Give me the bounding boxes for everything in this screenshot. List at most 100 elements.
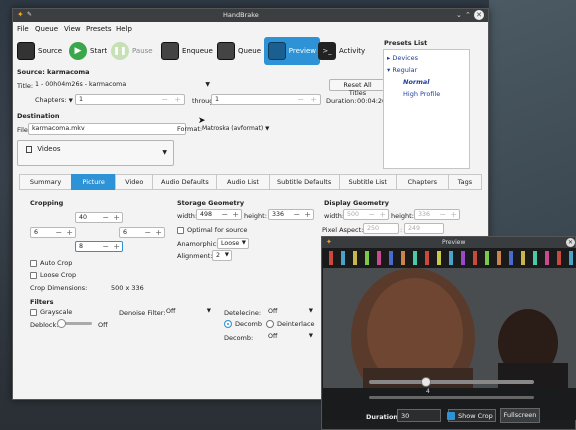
destination-folder-button[interactable]: Videos ▼: [17, 140, 174, 166]
format-select[interactable]: Matroska (avformat) ▼: [202, 125, 269, 132]
auto-crop-checkbox[interactable]: Auto Crop: [30, 259, 72, 267]
source-button[interactable]: Source: [17, 39, 62, 63]
chapter-end-value: 1: [215, 96, 220, 103]
close-icon[interactable]: ✕: [474, 10, 484, 20]
detelecine-value: Off: [268, 308, 278, 315]
preset-item-high-profile[interactable]: High Profile: [403, 90, 440, 98]
tab-chapters[interactable]: Chapters: [395, 174, 448, 190]
enqueue-button[interactable]: Enqueue: [161, 39, 213, 63]
preset-group-regular[interactable]: ▾ Regular: [387, 66, 417, 74]
pin-icon[interactable]: ✎: [27, 11, 32, 19]
fullscreen-button[interactable]: Fullscreen: [500, 408, 540, 423]
chapter-start-stepper[interactable]: 1 − +: [75, 94, 185, 105]
storage-geometry-heading: Storage Geometry: [177, 199, 245, 207]
radio-icon: [224, 320, 232, 328]
tab-video[interactable]: Video: [115, 174, 153, 190]
show-crop-checkbox[interactable]: Show Crop: [447, 409, 499, 422]
anamorphic-select[interactable]: Loose ▼: [217, 238, 249, 249]
grayscale-checkbox[interactable]: Grayscale: [30, 308, 72, 316]
minus-icon[interactable]: −: [439, 211, 446, 219]
maximize-icon[interactable]: ⌃: [465, 11, 471, 19]
crop-top-stepper[interactable]: 40 − +: [75, 212, 123, 223]
tab-subtitle-list[interactable]: Subtitle List: [338, 174, 396, 190]
crop-left-stepper[interactable]: 6 − +: [30, 227, 76, 238]
display-width-stepper[interactable]: 500 − +: [343, 209, 389, 220]
minimize-icon[interactable]: ⌄: [456, 11, 462, 19]
crop-bottom-stepper[interactable]: 8 − +: [75, 241, 123, 252]
storage-width-stepper[interactable]: 498 − +: [196, 209, 242, 220]
pixel-aspect-num-stepper[interactable]: 250: [363, 223, 399, 234]
source-name: karmacoma: [47, 68, 90, 76]
mouse-cursor-icon: ➤: [198, 116, 206, 126]
chevron-down-icon: ▼: [205, 81, 210, 88]
queue-button[interactable]: Queue: [217, 39, 261, 63]
plus-icon[interactable]: +: [113, 243, 120, 251]
minus-icon[interactable]: −: [293, 211, 300, 219]
tab-picture[interactable]: Picture: [71, 174, 116, 190]
tab-summary[interactable]: Summary: [19, 174, 72, 190]
preview-seek-slider[interactable]: [369, 377, 534, 387]
plus-icon[interactable]: +: [155, 229, 162, 237]
pause-button[interactable]: ❚❚ Pause: [111, 39, 153, 63]
activity-button[interactable]: >_ Activity: [318, 39, 365, 63]
loose-crop-label: Loose Crop: [40, 271, 77, 279]
preview-duration-input[interactable]: 30: [397, 409, 441, 422]
tab-tags[interactable]: Tags: [447, 174, 482, 190]
preview-window: ✦ Preview ✕ 4 Duration: 30 Show Crop Ful…: [321, 236, 576, 430]
file-name-input[interactable]: karmacoma.mkv: [28, 123, 186, 135]
pixel-aspect-den-stepper[interactable]: 249: [404, 223, 444, 234]
start-button[interactable]: ▶ Start: [69, 39, 107, 63]
decomb-select[interactable]: Off ▼: [265, 332, 315, 343]
minus-icon[interactable]: −: [221, 211, 228, 219]
grayscale-label: Grayscale: [40, 308, 73, 316]
alignment-select[interactable]: 2 ▼: [212, 250, 232, 261]
plus-icon[interactable]: +: [450, 211, 457, 219]
menu-presets[interactable]: Presets: [86, 25, 111, 33]
menu-file[interactable]: File: [17, 25, 29, 33]
denoise-select[interactable]: Off ▼: [163, 307, 213, 318]
deblock-slider[interactable]: [57, 319, 92, 328]
minus-icon[interactable]: −: [144, 229, 151, 237]
crop-right-stepper[interactable]: 6 − +: [119, 227, 165, 238]
slider-handle[interactable]: [57, 319, 66, 328]
close-icon[interactable]: ✕: [566, 238, 575, 247]
optimal-for-source-checkbox[interactable]: Optimal for source: [177, 226, 247, 234]
plus-icon[interactable]: +: [113, 214, 120, 222]
plus-icon[interactable]: +: [232, 211, 239, 219]
chevron-down-icon: ▼: [308, 308, 313, 314]
loose-crop-checkbox[interactable]: Loose Crop: [30, 271, 76, 279]
minus-icon[interactable]: −: [102, 243, 109, 251]
menu-help[interactable]: Help: [116, 25, 132, 33]
plus-icon[interactable]: +: [174, 96, 181, 104]
checkbox-icon: [30, 259, 37, 267]
minus-icon[interactable]: −: [368, 211, 375, 219]
chapter-end-stepper[interactable]: 1 − +: [211, 94, 321, 105]
title-select[interactable]: 1 - 00h04m26s - karmacoma ▼: [32, 80, 212, 91]
deinterlace-radio[interactable]: Deinterlace: [266, 320, 315, 328]
detelecine-select[interactable]: Off ▼: [265, 307, 315, 318]
tab-audio-defaults[interactable]: Audio Defaults: [152, 174, 217, 190]
preview-button[interactable]: Preview: [264, 37, 320, 65]
presets-list: ▸ Devices ▾ Regular Normal High Profile: [383, 49, 470, 169]
reset-all-titles-button[interactable]: Reset All Titles: [329, 79, 386, 97]
minus-icon[interactable]: −: [297, 96, 304, 104]
tab-subtitle-defaults[interactable]: Subtitle Defaults: [268, 174, 339, 190]
menu-view[interactable]: View: [64, 25, 81, 33]
plus-icon[interactable]: +: [310, 96, 317, 104]
minus-icon[interactable]: −: [161, 96, 168, 104]
preset-item-normal[interactable]: Normal: [403, 78, 430, 86]
chapters-select[interactable]: Chapters: ▼: [35, 96, 73, 104]
plus-icon[interactable]: +: [304, 211, 311, 219]
storage-height-stepper[interactable]: 336 − +: [268, 209, 314, 220]
plus-icon[interactable]: +: [66, 229, 73, 237]
chevron-down-icon: ▾: [387, 66, 391, 74]
preset-group-devices[interactable]: ▸ Devices: [387, 54, 418, 62]
display-height-stepper[interactable]: 336 − +: [414, 209, 460, 220]
minus-icon[interactable]: −: [55, 229, 62, 237]
minus-icon[interactable]: −: [102, 214, 109, 222]
menu-queue[interactable]: Queue: [35, 25, 58, 33]
slider-handle[interactable]: [421, 377, 431, 387]
decomb-radio[interactable]: Decomb: [224, 320, 262, 328]
plus-icon[interactable]: +: [379, 211, 386, 219]
tab-audio-list[interactable]: Audio List: [216, 174, 269, 190]
